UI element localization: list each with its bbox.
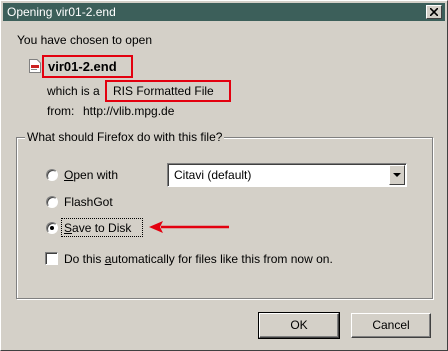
auto-label[interactable]: Do this automatically for files like thi… — [64, 252, 333, 266]
auto-checkbox[interactable] — [45, 252, 58, 265]
type-label: which is a — [47, 84, 100, 98]
red-arrow-annotation — [149, 221, 229, 233]
open-with-radio[interactable] — [46, 169, 58, 181]
chevron-down-icon — [393, 173, 401, 177]
file-type-value: RIS Formatted File — [105, 80, 231, 102]
source-url: http://vlib.mpg.de — [83, 104, 175, 118]
close-button[interactable] — [426, 5, 442, 19]
intro-text: You have chosen to open — [17, 33, 153, 47]
application-dropdown-button[interactable] — [389, 165, 405, 185]
dialog-window: Opening vir01-2.end You have chosen to o… — [0, 0, 448, 351]
application-select-value: Citavi (default) — [174, 168, 252, 182]
from-label: from: — [47, 104, 75, 118]
ok-button[interactable]: OK — [258, 312, 340, 339]
open-with-label[interactable]: Open with — [64, 168, 118, 182]
flashgot-label[interactable]: FlashGot — [64, 195, 113, 209]
window-title: Opening vir01-2.end — [7, 5, 116, 19]
file-name: vir01-2.end — [42, 55, 133, 78]
cancel-button[interactable]: Cancel — [351, 313, 431, 338]
title-bar[interactable]: Opening vir01-2.end — [3, 3, 445, 21]
application-select[interactable]: Citavi (default) — [167, 163, 407, 187]
save-to-disk-label[interactable]: Save to Disk — [64, 221, 131, 235]
document-icon — [29, 59, 41, 73]
radio-selected-dot — [50, 226, 54, 230]
close-icon — [430, 8, 438, 16]
save-to-disk-radio[interactable] — [46, 222, 58, 234]
flashgot-radio[interactable] — [46, 196, 58, 208]
group-legend: What should Firefox do with this file? — [25, 130, 225, 144]
